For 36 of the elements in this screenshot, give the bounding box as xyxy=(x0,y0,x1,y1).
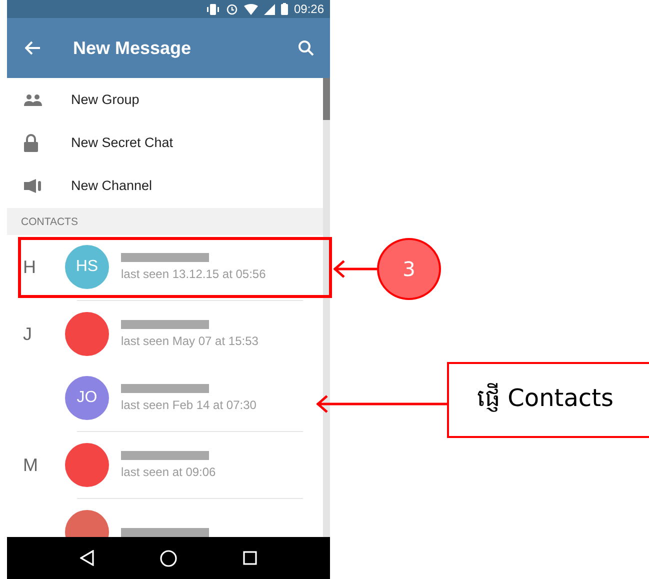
avatar: JO xyxy=(65,376,109,420)
callout-box: ផ្ញើ Contacts xyxy=(447,362,649,438)
last-seen-text: last seen at 09:06 xyxy=(121,465,216,479)
contact-row[interactable]: M last seen at 09:06 xyxy=(7,433,323,497)
menu-item[interactable]: New Group xyxy=(7,78,323,121)
index-letter: J xyxy=(23,324,32,344)
last-seen-text: last seen Feb 14 at 07:30 xyxy=(121,398,256,412)
vibrate-icon xyxy=(206,4,220,14)
contact-row[interactable]: JO last seen Feb 14 at 07:30 xyxy=(7,366,323,430)
back-arrow-icon[interactable] xyxy=(25,41,41,55)
index-letter: M xyxy=(23,454,38,474)
last-seen-text: last seen 13.12.15 at 05:56 xyxy=(121,267,266,281)
app-bar-title: New Message xyxy=(73,38,192,58)
alarm-icon xyxy=(226,3,238,15)
avatar: HS xyxy=(65,245,109,289)
scrollbar[interactable] xyxy=(323,78,330,537)
home-icon[interactable] xyxy=(160,550,177,566)
menu-item[interactable]: New Secret Chat xyxy=(7,121,323,164)
contact-row[interactable]: H HS last seen 13.12.15 at 05:56 xyxy=(7,235,323,299)
search-icon[interactable] xyxy=(298,40,314,56)
last-seen-text: last seen May 07 at 15:53 xyxy=(121,334,258,348)
signal-icon xyxy=(264,4,275,14)
wifi-icon xyxy=(244,4,258,14)
arrow xyxy=(332,260,378,278)
battery-icon xyxy=(280,3,288,15)
contact-row[interactable]: J last seen May 07 at 15:53 xyxy=(7,302,323,366)
back-icon[interactable] xyxy=(80,550,94,566)
recents-icon[interactable] xyxy=(243,551,257,565)
status-time: 09:26 xyxy=(294,2,324,16)
lock-icon xyxy=(24,134,38,152)
people-icon xyxy=(24,94,42,106)
megaphone-icon xyxy=(24,178,42,192)
section-header: CONTACTS xyxy=(21,216,78,228)
step-badge: 3 xyxy=(377,238,441,300)
menu-item[interactable]: New Channel xyxy=(7,164,323,207)
index-letter: H xyxy=(23,256,36,276)
